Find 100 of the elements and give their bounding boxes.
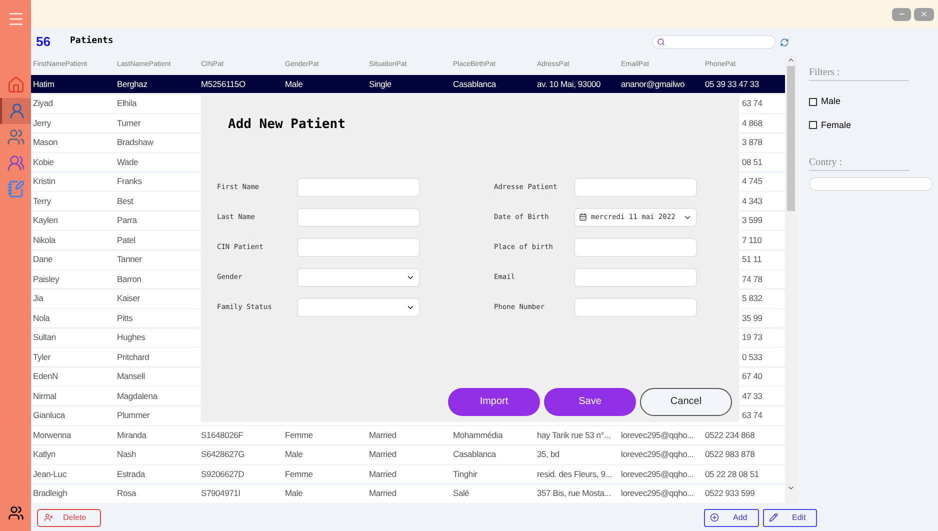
table-cell-text: 357 Bis, rue Mosta... [537, 487, 612, 500]
table-cell-text: Mansell [117, 370, 146, 383]
table-cell-text: Mason [33, 136, 59, 149]
table-cell-text: Femme [285, 468, 314, 480]
table-cell-text: Nola [33, 312, 51, 324]
table-cell-text: Jia [33, 292, 44, 305]
table-cell-text: resid. des Fleurs, 9... [537, 468, 613, 480]
search-field[interactable] [652, 35, 776, 49]
delete-button[interactable]: Delete [37, 508, 101, 526]
dropdown-field[interactable] [297, 298, 420, 316]
table-cell-text: 0522 983 878 [705, 448, 756, 461]
calendar-icon [579, 213, 587, 221]
table-cell-text: Married [369, 448, 398, 461]
refresh-icon[interactable] [780, 38, 789, 46]
table-cell-text: Morwenna [33, 428, 72, 442]
page-title: Patients [70, 35, 114, 48]
table-cell-text: Male [285, 78, 304, 90]
table-cell: 19 73 [742, 331, 762, 344]
table-cell-text: Casablanca [453, 78, 498, 90]
table-row[interactable]: Hatim Berghaz M5256115O Male Single Casablanca av. 10 Mai, 93000 ananor@gmailwo 05 39 33 47 33 [31, 75, 785, 93]
table-cell-text: Kobie [33, 156, 55, 168]
table-cell-text: Married [369, 428, 398, 442]
table-cell-text: Salé [453, 487, 470, 500]
table-cell-text: Nikola [33, 234, 57, 246]
input-field[interactable] [297, 238, 420, 256]
input-field[interactable] [574, 268, 697, 286]
table-cell: 47 33 [742, 390, 762, 402]
table-cell: 4 868 [742, 116, 762, 130]
table-cell-text: Rosa [117, 487, 138, 500]
filters-heading: Filters : [809, 65, 909, 81]
table-cell-text: Hughes [117, 331, 146, 344]
table-cell-text: Katlyn [33, 448, 56, 461]
table-row[interactable]: Katlyn Nash S6428627G Male Married Casablanca 35, bd lorevec295@qqho... 0522 983 878 [31, 446, 785, 464]
table-cell-text: Berghaz [117, 78, 148, 90]
table-cell-text: Estrada [117, 468, 146, 480]
add-icon [710, 513, 719, 522]
input-field[interactable] [574, 178, 697, 196]
input-field[interactable] [574, 238, 697, 256]
country-field[interactable] [809, 177, 933, 191]
checkbox[interactable] [809, 121, 817, 130]
scroll-down-icon[interactable] [787, 484, 795, 492]
table-cell-text: Patel [117, 234, 136, 246]
table-row[interactable]: Morwenna Miranda S1648026F Femme Married Mohammédia hay Tarik rue 53 n°... lorevec295@qqho... 0522 234 868 [31, 426, 785, 444]
menu-icon[interactable] [6, 10, 24, 28]
table-cell-text: Kaylen [33, 214, 59, 227]
table-cell-text: Plummer [117, 409, 151, 422]
table-cell-text: M5256115O [201, 78, 246, 90]
dialog-button[interactable]: Save [544, 388, 636, 416]
table-cell-text: Tinghir [453, 468, 478, 480]
input-field[interactable] [297, 208, 420, 226]
table-cell-text: Ziyad [33, 97, 54, 110]
table-cell: 74 78 [742, 272, 762, 286]
person-icon[interactable] [0, 98, 31, 124]
table-cell-text: S7904971I [201, 487, 242, 500]
table-cell-text: Married [369, 487, 398, 500]
table-cell-text: Casablanca [453, 448, 498, 461]
table-cell: 08 51 [742, 156, 762, 168]
input-field[interactable] [574, 298, 697, 316]
table-cell-text: lorevec295@qqho... [621, 468, 695, 480]
table-cell-text: lorevec295@qqho... [621, 428, 695, 442]
checkbox-label: Female [821, 118, 852, 132]
table-row[interactable]: Bradleigh Rosa S7904971I Male Married Salé 357 Bis, rue Mosta... lorevec295@qqho... 0522 933 599 [31, 484, 785, 502]
table-cell-text: Tyler [33, 350, 52, 364]
country-heading: Contry : [809, 155, 910, 171]
scrollbar-thumb[interactable] [787, 66, 795, 211]
edit-button[interactable]: Edit [763, 508, 817, 526]
remove-user-icon [44, 513, 53, 522]
pencil-icon [769, 513, 778, 522]
table-cell: 3 878 [742, 136, 762, 149]
scroll-up-icon[interactable] [787, 56, 795, 64]
table-cell-text: Pritchard [117, 350, 150, 364]
users-icon[interactable] [8, 505, 24, 521]
dialog-button[interactable]: Import [448, 388, 540, 416]
table-cell-text: 05 39 33 47 33 [705, 78, 760, 90]
table-cell-text: Elhila [117, 97, 138, 110]
table-cell-text: Pitts [117, 312, 134, 324]
close-button[interactable] [914, 8, 934, 20]
minimize-button[interactable] [892, 8, 911, 20]
dialog-title: Add New Patient [228, 116, 346, 134]
cancel-button[interactable]: Cancel [640, 388, 732, 416]
scrollbar[interactable] [785, 56, 797, 504]
table-cell-text: Terry [33, 194, 52, 208]
table-cell-text: Paisley [33, 272, 60, 286]
input-field[interactable] [297, 178, 420, 196]
table-cell-text: Kristin [33, 175, 56, 188]
table-cell: 0 533 [742, 350, 762, 364]
table-cell-text: Married [369, 468, 398, 480]
table-row[interactable]: Jean-Luc Estrada S9206627D Femme Married Tinghir resid. des Fleurs, 9... lorevec295@qqho... 05 22 28 08 51 [31, 465, 785, 483]
checkbox[interactable] [809, 98, 817, 106]
table-cell: 63 74 [742, 409, 762, 422]
table-cell-text: Wade [117, 156, 140, 168]
table-cell-text: S6428627G [201, 448, 246, 461]
dropdown-field[interactable] [297, 268, 420, 286]
table-cell-text: 05 22 28 08 51 [705, 468, 760, 480]
table-cell-text: Mohammédia [453, 428, 504, 442]
table-cell-text: S9206627D [201, 468, 246, 480]
table-cell-text: Nirmal [33, 390, 58, 402]
close-icon [920, 10, 928, 18]
add-button[interactable]: Add [704, 508, 759, 526]
table-cell-text: 35, bd [537, 448, 560, 461]
